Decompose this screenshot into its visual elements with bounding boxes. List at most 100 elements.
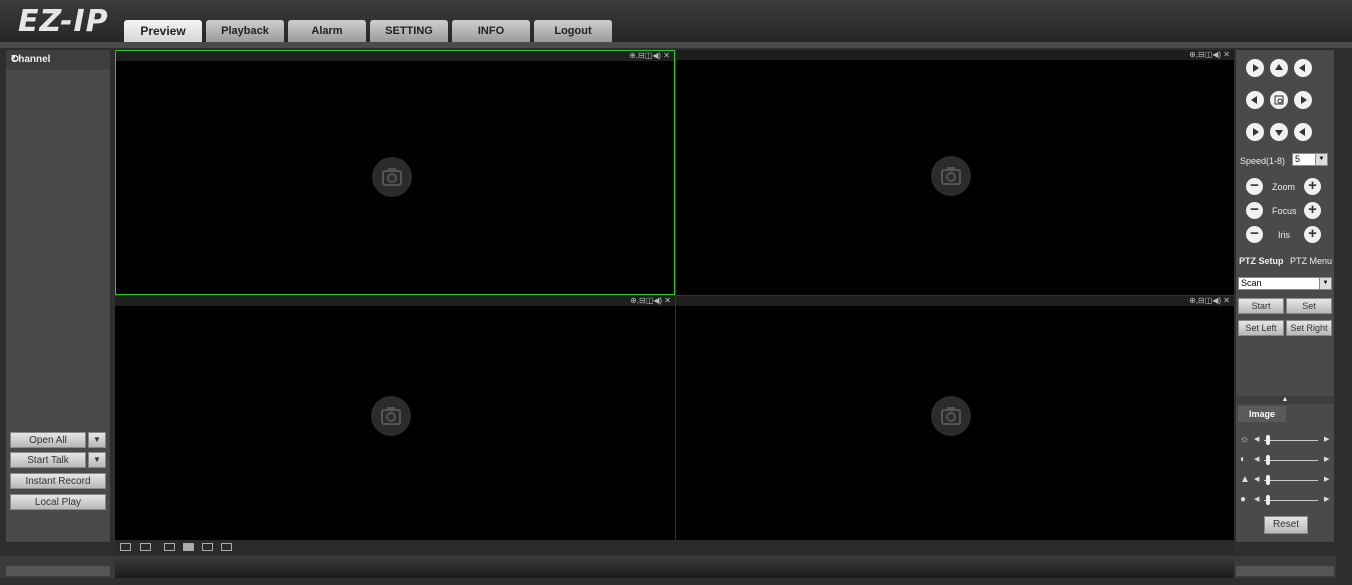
tile-controls-icon[interactable]: ⊕,⊟◫◀) ✕ bbox=[1189, 296, 1230, 306]
tab-preview[interactable]: Preview bbox=[124, 20, 202, 42]
tab-setting[interactable]: SETTING bbox=[370, 20, 448, 42]
zoom-in-button[interactable]: + bbox=[1304, 178, 1321, 195]
slider-knob[interactable] bbox=[1266, 435, 1270, 445]
tile-toolbar: ⊕,⊟◫◀) ✕ bbox=[115, 296, 675, 306]
local-play-button[interactable]: Local Play bbox=[10, 494, 106, 510]
zoom-out-button[interactable]: − bbox=[1246, 178, 1263, 195]
speed-label: Speed(1-8) bbox=[1240, 156, 1286, 166]
tile-toolbar: ⊕,⊟◫◀) ✕ bbox=[676, 50, 1234, 60]
start-button[interactable]: Start bbox=[1238, 298, 1284, 314]
layout-full-icon[interactable] bbox=[183, 543, 194, 551]
video-tile-3[interactable]: ⊕,⊟◫◀) ✕ bbox=[115, 295, 675, 540]
focus-label: Focus bbox=[1272, 206, 1297, 216]
iris-close-button[interactable]: − bbox=[1246, 226, 1263, 243]
aspect-original-icon[interactable] bbox=[120, 543, 131, 551]
tab-playback[interactable]: Playback bbox=[206, 20, 284, 42]
slider-track[interactable] bbox=[1264, 460, 1318, 461]
center-footer bbox=[115, 556, 1234, 578]
increase-arrow-icon[interactable]: ▶ bbox=[1324, 495, 1329, 503]
slider-knob[interactable] bbox=[1266, 455, 1270, 465]
ptz-down-button[interactable] bbox=[1270, 123, 1288, 141]
focus-out-button[interactable]: − bbox=[1246, 202, 1263, 219]
brightness-icon: ☼ bbox=[1240, 434, 1250, 445]
video-tile-4[interactable]: ⊕,⊟◫◀) ✕ bbox=[675, 295, 1234, 540]
set-right-button[interactable]: Set Right bbox=[1286, 320, 1332, 336]
reset-button[interactable]: Reset bbox=[1264, 516, 1308, 534]
chevron-down-icon[interactable]: ▼ bbox=[1315, 154, 1327, 165]
top-bar: EZ-IP Preview Playback Alarm SETTING INF… bbox=[0, 0, 1352, 42]
speed-value: 5 bbox=[1295, 154, 1301, 164]
tab-ptz-menu[interactable]: PTZ Menu bbox=[1290, 253, 1332, 269]
collapse-arrow-icon[interactable]: ▲ bbox=[1236, 396, 1334, 404]
slider-track[interactable] bbox=[1264, 480, 1318, 481]
slider-knob[interactable] bbox=[1266, 475, 1270, 485]
increase-arrow-icon[interactable]: ▶ bbox=[1324, 435, 1329, 443]
ptz-left-button[interactable] bbox=[1246, 91, 1264, 109]
ptz-up-right-button[interactable] bbox=[1294, 59, 1312, 77]
tab-image[interactable]: Image bbox=[1238, 406, 1286, 422]
left-footer bbox=[6, 566, 110, 576]
ptz-tabs: PTZ Setup PTZ Menu bbox=[1236, 253, 1334, 269]
decrease-arrow-icon[interactable]: ◀ bbox=[1254, 475, 1259, 483]
layout-quad-icon[interactable] bbox=[221, 543, 232, 551]
camera-icon bbox=[371, 396, 411, 436]
hue-icon: ● bbox=[1240, 494, 1247, 505]
right-edge bbox=[1336, 50, 1352, 578]
chevron-down-icon[interactable]: ▼ bbox=[1319, 278, 1331, 289]
slider-track[interactable] bbox=[1264, 500, 1318, 501]
ptz-down-right-button[interactable] bbox=[1294, 123, 1312, 141]
ptz-up-left-button[interactable] bbox=[1246, 59, 1264, 77]
ptz-center-zoom-button[interactable] bbox=[1270, 91, 1288, 109]
start-talk-dropdown[interactable]: ▼ bbox=[88, 452, 106, 468]
set-button[interactable]: Set bbox=[1286, 298, 1332, 314]
tab-alarm[interactable]: Alarm bbox=[288, 20, 366, 42]
set-left-button[interactable]: Set Left bbox=[1238, 320, 1284, 336]
layout-single-icon[interactable] bbox=[202, 543, 213, 551]
open-all-dropdown[interactable]: ▼ bbox=[88, 432, 106, 448]
open-all-button[interactable]: Open All bbox=[10, 432, 86, 448]
ptz-right-button[interactable] bbox=[1294, 91, 1312, 109]
tile-controls-icon[interactable]: ⊕,⊟◫◀) ✕ bbox=[629, 51, 670, 61]
contrast-slider[interactable]: ◐ ◀ ▶ bbox=[1240, 454, 1332, 466]
iris-label: Iris bbox=[1278, 230, 1290, 240]
ptz-mode-select[interactable]: Scan ▼ bbox=[1238, 277, 1332, 290]
video-tile-1[interactable]: ⊕,⊟◫◀) ✕ bbox=[115, 50, 675, 295]
tile-controls-icon[interactable]: ⊕,⊟◫◀) ✕ bbox=[630, 296, 671, 306]
instant-record-button[interactable]: Instant Record bbox=[10, 473, 106, 489]
tile-controls-icon[interactable]: ⊕,⊟◫◀) ✕ bbox=[1189, 50, 1230, 60]
increase-arrow-icon[interactable]: ▶ bbox=[1324, 475, 1329, 483]
tile-toolbar: ⊕,⊟◫◀) ✕ bbox=[116, 51, 674, 61]
iris-open-button[interactable]: + bbox=[1304, 226, 1321, 243]
saturation-icon: ▲ bbox=[1240, 474, 1250, 485]
speed-select[interactable]: 5 ▼ bbox=[1292, 153, 1328, 166]
decrease-arrow-icon[interactable]: ◀ bbox=[1254, 495, 1259, 503]
ptz-mode-value: Scan bbox=[1241, 278, 1262, 288]
contrast-icon: ◐ bbox=[1240, 454, 1247, 465]
ptz-up-button[interactable] bbox=[1270, 59, 1288, 77]
nav-underline bbox=[0, 42, 1352, 48]
brightness-slider[interactable]: ☼ ◀ ▶ bbox=[1240, 434, 1332, 446]
video-tile-2[interactable]: ⊕,⊟◫◀) ✕ bbox=[675, 50, 1234, 295]
decrease-arrow-icon[interactable]: ◀ bbox=[1254, 435, 1259, 443]
slider-knob[interactable] bbox=[1266, 495, 1270, 505]
refresh-icon[interactable]: ↻ bbox=[11, 54, 104, 65]
tab-logout[interactable]: Logout bbox=[534, 20, 612, 42]
decrease-arrow-icon[interactable]: ◀ bbox=[1254, 455, 1259, 463]
focus-in-button[interactable]: + bbox=[1304, 202, 1321, 219]
slider-track[interactable] bbox=[1264, 440, 1318, 441]
tab-ptz-setup[interactable]: PTZ Setup bbox=[1239, 253, 1284, 269]
video-grid: ⊕,⊟◫◀) ✕ ⊕,⊟◫◀) ✕ ⊕,⊟◫◀) ✕ ⊕,⊟◫◀) ✕ bbox=[115, 50, 1234, 540]
tab-info[interactable]: INFO bbox=[452, 20, 530, 42]
camera-icon bbox=[931, 156, 971, 196]
zoom-label: Zoom bbox=[1272, 182, 1296, 192]
ptz-down-left-button[interactable] bbox=[1246, 123, 1264, 141]
increase-arrow-icon[interactable]: ▶ bbox=[1324, 455, 1329, 463]
layout-toolbar bbox=[115, 540, 1234, 554]
aspect-stretch-icon[interactable] bbox=[140, 543, 151, 551]
fullscreen-icon[interactable] bbox=[164, 543, 175, 551]
channel-header: Channel ↻ bbox=[6, 50, 110, 70]
hue-slider[interactable]: ● ◀ ▶ bbox=[1240, 494, 1332, 506]
right-footer bbox=[1236, 566, 1334, 576]
saturation-slider[interactable]: ▲ ◀ ▶ bbox=[1240, 474, 1332, 486]
start-talk-button[interactable]: Start Talk bbox=[10, 452, 86, 468]
